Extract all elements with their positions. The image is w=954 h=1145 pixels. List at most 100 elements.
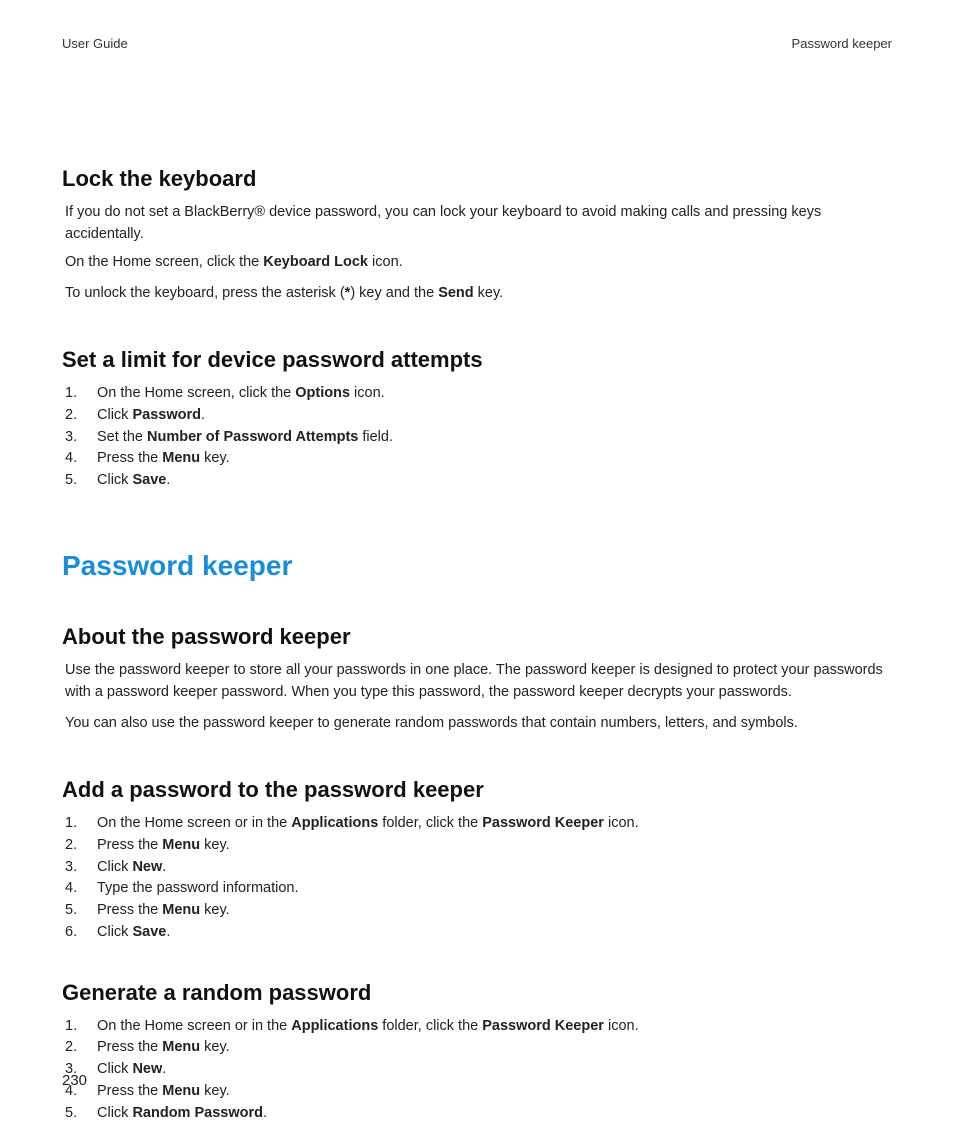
text: key. [200,1039,230,1055]
heading-about-pk: About the password keeper [62,624,892,650]
text: Click [97,1105,132,1121]
list-number: 4. [65,448,77,470]
paragraph: Use the password keeper to store all you… [65,660,892,704]
list-item: 2. Click Password. [65,405,892,427]
text: On the Home screen, click the [97,385,295,401]
paragraph: To unlock the keyboard, press the asteri… [65,283,892,305]
text: key. [200,1083,230,1099]
text: Press the [97,1083,162,1099]
text: Type the password information. [97,880,299,896]
text: To unlock the keyboard, press the asteri… [65,285,345,301]
text: key. [474,285,504,301]
list-item: 3. Set the Number of Password Attempts fi… [65,427,892,449]
text: Press the [97,1039,162,1055]
text: Click [97,859,132,875]
list-item: 4.Press the Menu key. [65,1081,892,1103]
bold-text: Keyboard Lock [263,254,368,270]
text: key. [200,450,230,466]
list-number: 6. [65,922,77,944]
text: icon. [604,815,639,831]
list-item: 6. Click Save. [65,922,892,944]
bold-text: Password Keeper [482,1018,604,1034]
text: On the Home screen or in the [97,1018,291,1034]
bold-text: Number of Password Attempts [147,429,358,445]
page-number: 230 [62,1072,87,1089]
list-item: 3. Click New. [65,857,892,879]
text: Click [97,472,132,488]
paragraph: You can also use the password keeper to … [65,713,892,735]
header-right: Password keeper [792,36,892,51]
list-number: 2. [65,405,77,427]
bold-text: Menu [162,1083,200,1099]
text: field. [358,429,393,445]
ordered-list: 1.On the Home screen or in the Applicati… [65,813,892,944]
text: Click [97,1061,132,1077]
list-number: 3. [65,857,77,879]
text: . [166,924,170,940]
bold-text: Menu [162,450,200,466]
list-item: 5.Press the Menu key. [65,900,892,922]
text: ) key and the [350,285,438,301]
list-number: 2. [65,835,77,857]
list-number: 1. [65,1016,77,1038]
text: On the Home screen, click the [65,254,263,270]
bold-text: New [132,859,162,875]
list-number: 2. [65,1037,77,1059]
list-item: 1.On the Home screen or in the Applicati… [65,813,892,835]
text: . [166,472,170,488]
bold-text: New [132,1061,162,1077]
text: icon. [350,385,385,401]
paragraph: On the Home screen, click the Keyboard L… [65,252,892,274]
text: Click [97,407,132,423]
bold-text: Send [438,285,473,301]
text: . [162,1061,166,1077]
text: icon. [368,254,403,270]
bold-text: Applications [291,815,378,831]
list-item: 5. Click Random Password. [65,1103,892,1125]
list-number: 1. [65,813,77,835]
heading-generate-random: Generate a random password [62,980,892,1006]
page-header: User Guide Password keeper [62,36,892,51]
bold-text: Password Keeper [482,815,604,831]
heading-lock-keyboard: Lock the keyboard [62,166,892,192]
heading-set-limit: Set a limit for device password attempts [62,347,892,373]
text: key. [200,837,230,853]
list-number: 5. [65,1103,77,1125]
text: Press the [97,837,162,853]
text: . [263,1105,267,1121]
heading-add-password: Add a password to the password keeper [62,777,892,803]
header-left: User Guide [62,36,128,51]
list-item: 4. Type the password information. [65,878,892,900]
paragraph: If you do not set a BlackBerry® device p… [65,202,892,246]
bold-text: Save [132,472,166,488]
text: Press the [97,902,162,918]
list-item: 3.Click New. [65,1059,892,1081]
bold-text: Save [132,924,166,940]
list-number: 4. [65,878,77,900]
list-number: 3. [65,427,77,449]
bold-text: Menu [162,837,200,853]
list-item: 5. Click Save. [65,470,892,492]
ordered-list: 1.On the Home screen, click the Options … [65,383,892,492]
list-number: 5. [65,470,77,492]
text: Set the [97,429,147,445]
bold-text: Menu [162,1039,200,1055]
list-item: 1.On the Home screen, click the Options … [65,383,892,405]
list-item: 2. Press the Menu key. [65,1037,892,1059]
list-item: 4.Press the Menu key. [65,448,892,470]
bold-text: Random Password [132,1105,263,1121]
list-number: 1. [65,383,77,405]
bold-text: Menu [162,902,200,918]
text: . [201,407,205,423]
text: icon. [604,1018,639,1034]
text: key. [200,902,230,918]
text: folder, click the [378,1018,482,1034]
bold-text: Options [295,385,350,401]
text: . [162,859,166,875]
bold-text: Applications [291,1018,378,1034]
text: Click [97,924,132,940]
bold-text: Password [132,407,201,423]
ordered-list: 1. On the Home screen or in the Applicati… [65,1016,892,1125]
chapter-title: Password keeper [62,550,892,582]
list-item: 2. Press the Menu key. [65,835,892,857]
